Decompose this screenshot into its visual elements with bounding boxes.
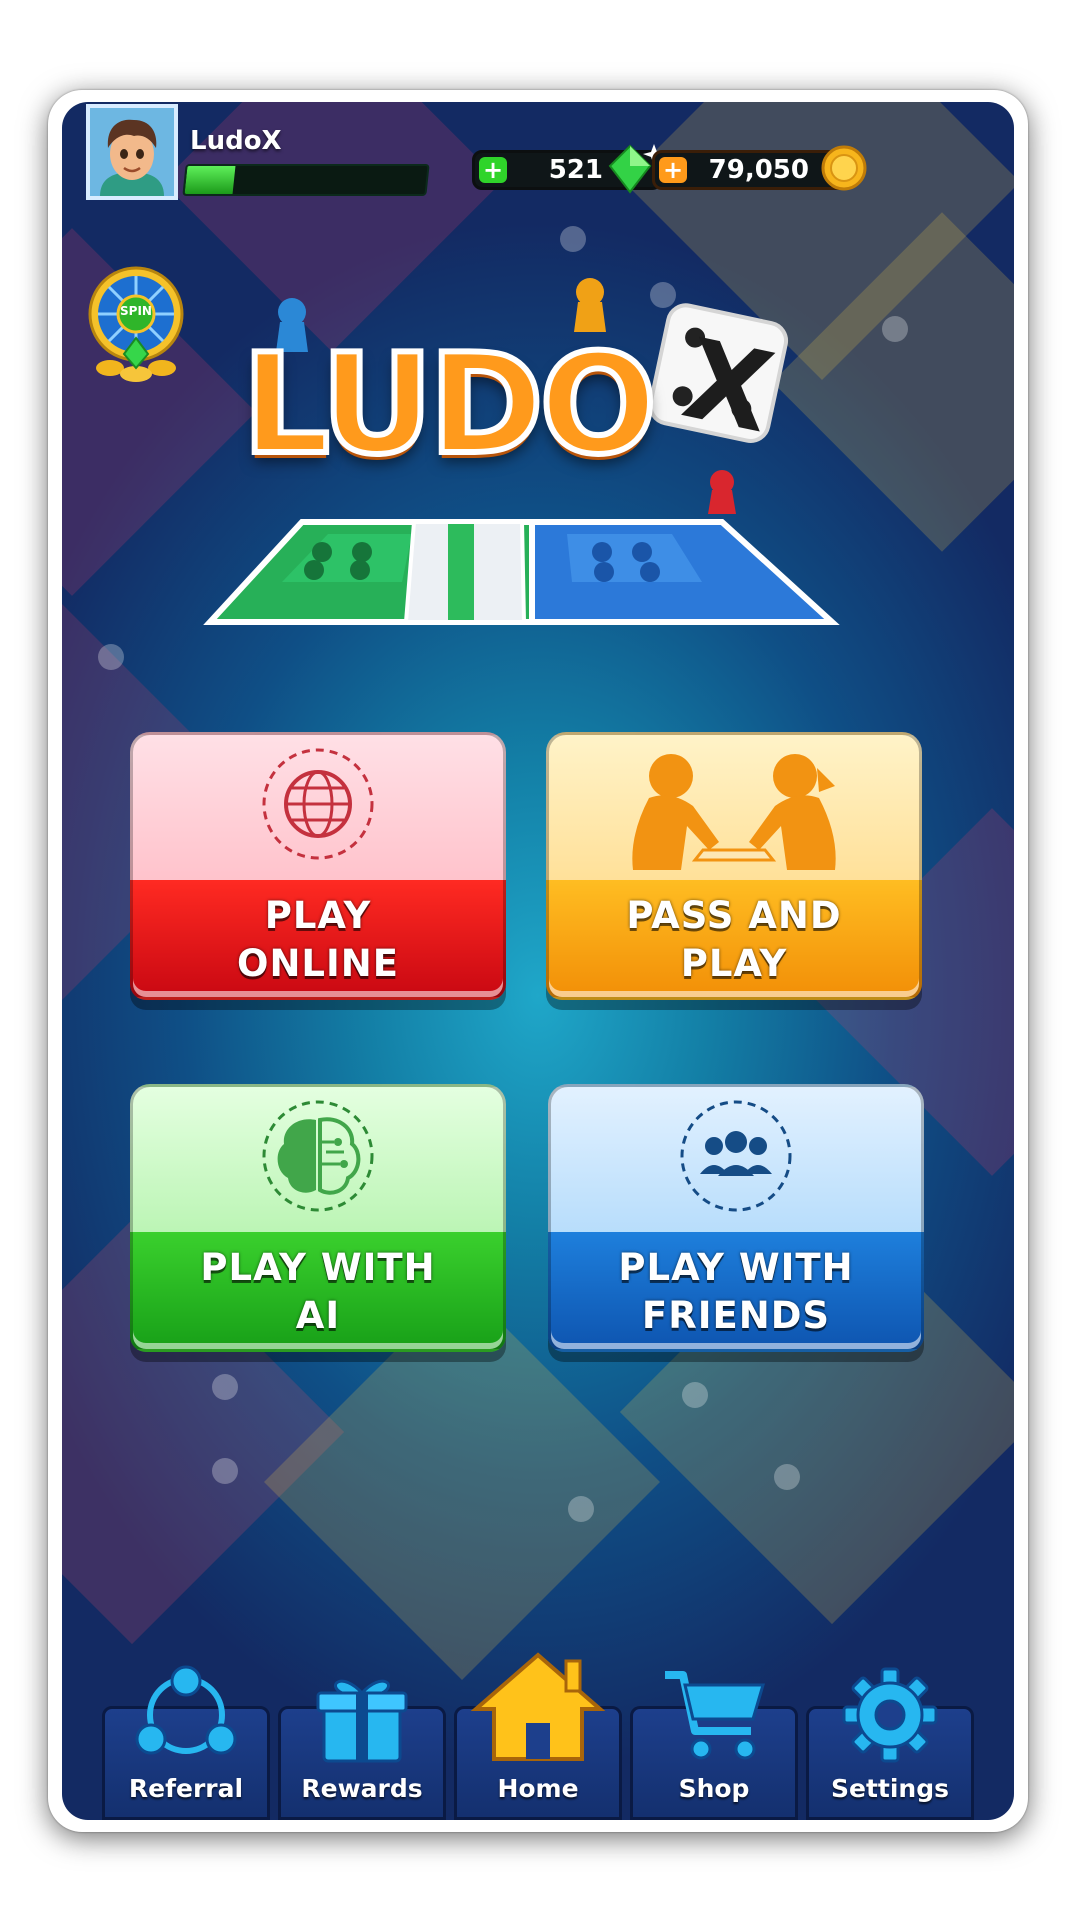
kids-playing-icon <box>632 754 836 870</box>
logo-ludo-text: LUDO <box>239 321 660 488</box>
nav-rewards[interactable]: Rewards <box>278 1679 446 1820</box>
nav-referral-label: Referral <box>128 1774 244 1803</box>
coins-value: 79,050 <box>708 155 809 185</box>
brain-icon <box>262 1100 374 1212</box>
bg-dot <box>98 644 124 670</box>
avatar-face-icon <box>90 108 174 196</box>
nav-home-label: Home <box>497 1774 579 1803</box>
coin-icon <box>821 145 867 191</box>
cart-icon <box>665 1671 766 1760</box>
bg-dot <box>882 316 908 342</box>
spin-wheel-button[interactable]: SPIN <box>84 264 188 382</box>
play-online-line1: PLAY <box>264 894 372 937</box>
play-with-ai-button[interactable]: PLAY WITH AI <box>130 1084 506 1366</box>
play-with-ai-line2: AI <box>295 1294 341 1337</box>
nav-referral[interactable]: Referral <box>102 1665 270 1820</box>
add-coins-button[interactable]: + <box>659 157 687 183</box>
home-screen: LudoX + 521 + 79,050 SPIN LUDO X PLAY ON… <box>62 102 1014 1820</box>
group-icon <box>680 1100 792 1212</box>
bg-dot <box>212 1374 238 1400</box>
bottom-nav: Referral Rewards Home Shop Settings <box>102 1652 974 1820</box>
bg-dot <box>682 1382 708 1408</box>
nav-home[interactable]: Home <box>454 1652 622 1820</box>
nav-shop[interactable]: Shop <box>630 1671 798 1820</box>
gift-icon <box>316 1679 408 1763</box>
add-gems-button[interactable]: + <box>479 157 507 183</box>
bg-dot <box>212 1458 238 1484</box>
play-online-line2: ONLINE <box>236 942 399 985</box>
play-with-friends-button[interactable]: PLAY WITH FRIENDS <box>548 1084 924 1366</box>
bg-dot <box>560 226 586 252</box>
pass-and-play-line2: PLAY <box>680 942 788 985</box>
nav-shop-label: Shop <box>678 1774 750 1803</box>
play-with-ai-line1: PLAY WITH <box>200 1246 436 1289</box>
xp-progress-bar <box>182 164 430 196</box>
xp-progress-fill <box>184 166 236 194</box>
ludox-logo: LUDO X <box>202 252 862 632</box>
gear-icon <box>842 1667 938 1763</box>
play-with-friends-label: PLAY WITH FRIENDS <box>548 1244 924 1340</box>
play-with-friends-line2: FRIENDS <box>641 1294 831 1337</box>
spin-wheel-icon <box>88 266 184 382</box>
pass-and-play-button[interactable]: PASS AND PLAY <box>546 732 922 1014</box>
bg-dot <box>568 1496 594 1522</box>
globe-icon <box>262 748 374 860</box>
spin-label: SPIN <box>120 304 152 318</box>
home-icon <box>470 1652 606 1761</box>
play-online-label: PLAY ONLINE <box>130 892 506 988</box>
play-with-ai-label: PLAY WITH AI <box>130 1244 506 1340</box>
nav-settings[interactable]: Settings <box>806 1667 974 1820</box>
pass-and-play-label: PASS AND PLAY <box>546 892 922 988</box>
bg-dot <box>774 1464 800 1490</box>
play-with-friends-line1: PLAY WITH <box>618 1246 854 1289</box>
gems-value: 521 <box>548 155 603 185</box>
player-name: LudoX <box>190 126 282 156</box>
pass-and-play-line1: PASS AND <box>626 894 842 937</box>
nav-rewards-label: Rewards <box>301 1774 423 1803</box>
referral-icon <box>135 1665 237 1755</box>
player-avatar[interactable] <box>86 104 178 200</box>
nav-settings-label: Settings <box>830 1774 949 1803</box>
play-online-button[interactable]: PLAY ONLINE <box>130 732 506 1014</box>
